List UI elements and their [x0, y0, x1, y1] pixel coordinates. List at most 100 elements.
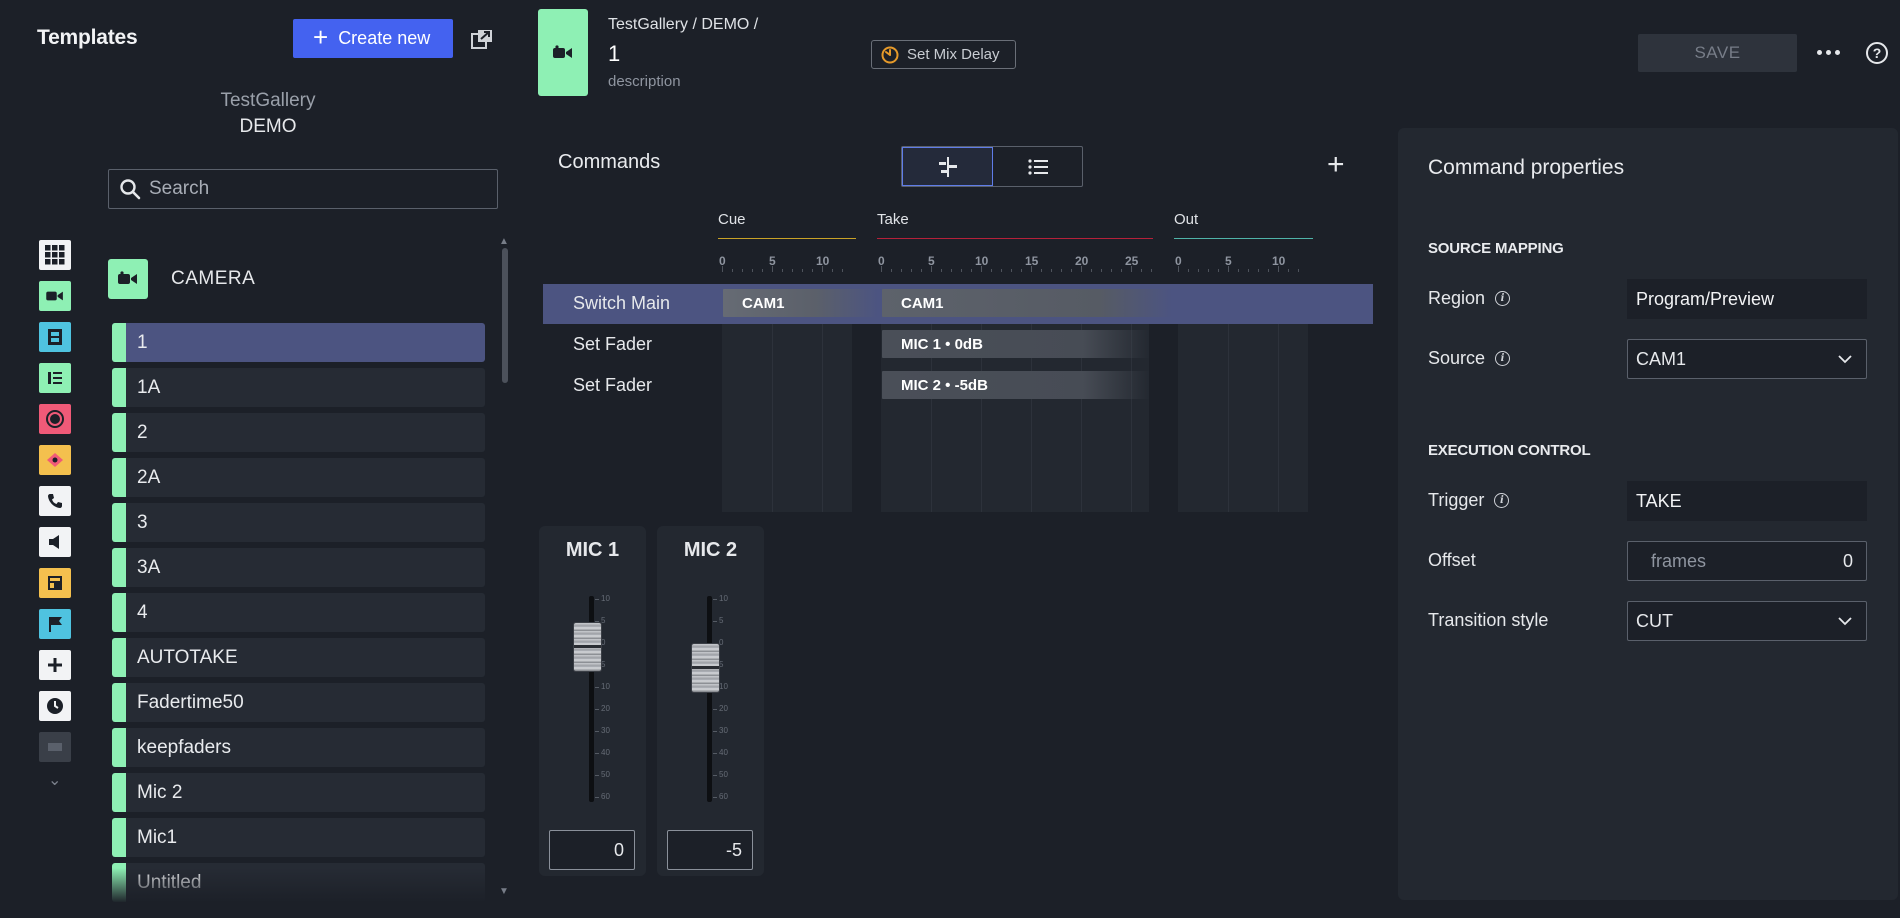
- rail-phone-icon[interactable]: [39, 486, 71, 516]
- fader-scale-label: 30: [595, 726, 610, 735]
- rail-flag-icon[interactable]: [39, 609, 71, 639]
- timeline-view-button[interactable]: [902, 147, 993, 186]
- rail-chevron-down-icon[interactable]: ⌄: [48, 770, 61, 790]
- rail-grid-icon[interactable]: [39, 240, 71, 270]
- list-view-button[interactable]: [993, 147, 1082, 186]
- fader-scale-label: 20: [595, 704, 610, 713]
- search-input[interactable]: [149, 178, 469, 200]
- set-mix-delay-button[interactable]: Set Mix Delay: [871, 40, 1016, 69]
- fader-scale-label: 10: [595, 682, 610, 691]
- template-item-label: Mic1: [137, 826, 178, 848]
- ruler-tick: [1041, 269, 1042, 272]
- template-item-label: Mic 2: [137, 781, 183, 803]
- trigger-label-text: Trigger: [1428, 490, 1485, 510]
- command-row-label[interactable]: Set Fader: [573, 375, 652, 396]
- fader-value-input[interactable]: [549, 830, 635, 870]
- fader-value-input[interactable]: [667, 830, 753, 870]
- region-info-icon[interactable]: i: [1495, 291, 1511, 306]
- camera-icon: [46, 291, 63, 301]
- template-list-item[interactable]: 1: [112, 323, 485, 362]
- create-new-button[interactable]: + Create new: [293, 19, 453, 58]
- source-select[interactable]: CAM1: [1627, 339, 1867, 379]
- ruler-tick: [1238, 269, 1239, 272]
- phase-cue-label: Cue: [718, 211, 746, 228]
- template-list-item[interactable]: Mic 2: [112, 773, 485, 812]
- take-command-block[interactable]: MIC 1 • 0dB: [882, 330, 1150, 358]
- phone-icon: [48, 494, 62, 508]
- rail-film-icon[interactable]: [39, 322, 71, 352]
- fader-knob[interactable]: [574, 623, 601, 672]
- ruler-tick: [1258, 269, 1259, 272]
- scrollbar-thumb[interactable]: [502, 248, 508, 383]
- offset-unit: frames: [1651, 550, 1707, 571]
- template-list-item[interactable]: Untitled: [112, 863, 485, 902]
- template-list-item[interactable]: AUTOTAKE: [112, 638, 485, 677]
- take-command-block[interactable]: CAM1: [882, 289, 1172, 317]
- ruler-tick: [1248, 269, 1249, 272]
- transition-style-label: Transition style: [1428, 610, 1549, 630]
- fader-scale: 10 5 0 5 10 20 30 40 50 60: [712, 594, 749, 806]
- ruler-tick: [1268, 269, 1269, 272]
- fader-scale-label: 50: [713, 770, 728, 779]
- rail-record-icon[interactable]: [39, 404, 71, 434]
- template-list-item[interactable]: Fadertime50: [112, 683, 485, 722]
- command-row-label[interactable]: Switch Main: [573, 293, 670, 314]
- search-box: [108, 169, 498, 209]
- popout-icon[interactable]: [470, 28, 494, 50]
- more-options-icon[interactable]: [1814, 42, 1842, 62]
- fader-track[interactable]: [707, 596, 712, 802]
- trigger-label: Trigger i: [1428, 490, 1510, 511]
- template-item-label: 2: [137, 421, 148, 443]
- save-button[interactable]: SAVE: [1638, 34, 1797, 72]
- phase-cue-line: [718, 238, 856, 239]
- template-list-item[interactable]: Mic1: [112, 818, 485, 857]
- ruler-tick: [991, 269, 992, 272]
- template-list-item[interactable]: 2A: [112, 458, 485, 497]
- template-list-item[interactable]: 1A: [112, 368, 485, 407]
- rail-gamepad-icon[interactable]: [39, 445, 71, 475]
- add-command-icon[interactable]: +: [1327, 150, 1345, 180]
- command-row-label[interactable]: Set Fader: [573, 334, 652, 355]
- ruler-tick: [1031, 266, 1032, 272]
- template-list-item[interactable]: 3: [112, 503, 485, 542]
- rail-more-rail-icon[interactable]: [39, 732, 71, 762]
- ruler-tick: [1178, 266, 1179, 272]
- breadcrumb[interactable]: TestGallery / DEMO /: [608, 16, 758, 34]
- rail-speaker-icon[interactable]: [39, 527, 71, 557]
- cue-command-block[interactable]: CAM1: [723, 289, 878, 317]
- scroll-down-arrow[interactable]: ▼: [499, 886, 509, 897]
- ruler-tick: [981, 266, 982, 272]
- transition-style-select[interactable]: CUT: [1627, 601, 1867, 641]
- help-icon[interactable]: ?: [1866, 42, 1888, 64]
- template-list-item[interactable]: keepfaders: [112, 728, 485, 767]
- list-view-icon: [1027, 158, 1048, 175]
- template-name[interactable]: 1: [608, 41, 620, 67]
- take-command-block[interactable]: MIC 2 • -5dB: [882, 371, 1150, 399]
- offset-input[interactable]: frames 0: [1627, 541, 1867, 581]
- ruler-tick: [1218, 269, 1219, 272]
- rail-clock-icon[interactable]: [39, 691, 71, 721]
- trigger-info-icon[interactable]: i: [1494, 493, 1510, 508]
- timer-icon: [881, 46, 899, 63]
- ruler-tick: [782, 269, 783, 272]
- fader-channel: MIC 1 10 5 0 5 10 20 30 40 50 60: [539, 526, 646, 876]
- source-info-icon[interactable]: i: [1495, 351, 1511, 366]
- category-rail: [39, 240, 73, 773]
- template-list-item[interactable]: 2: [112, 413, 485, 452]
- fader-scale-label: 0: [594, 638, 606, 647]
- rail-camera-icon[interactable]: [39, 281, 71, 311]
- fader-scale-label: 30: [713, 726, 728, 735]
- template-description[interactable]: description: [608, 73, 681, 90]
- fader-knob[interactable]: [692, 643, 719, 692]
- template-list-item[interactable]: 4: [112, 593, 485, 632]
- scroll-up-arrow[interactable]: ▲: [499, 236, 509, 247]
- ruler-tick: [1188, 269, 1189, 272]
- template-list-item[interactable]: 3A: [112, 548, 485, 587]
- ruler-tick: [1141, 269, 1142, 272]
- fader-channel: MIC 2 10 5 0 5 10 20 30 40 50 60: [657, 526, 764, 876]
- rail-add-icon[interactable]: [39, 650, 71, 680]
- rail-layout-icon[interactable]: [39, 568, 71, 598]
- rail-graphics-icon[interactable]: [39, 363, 71, 393]
- ruler-tick: [792, 269, 793, 272]
- fader-scale-label: 60: [713, 792, 728, 801]
